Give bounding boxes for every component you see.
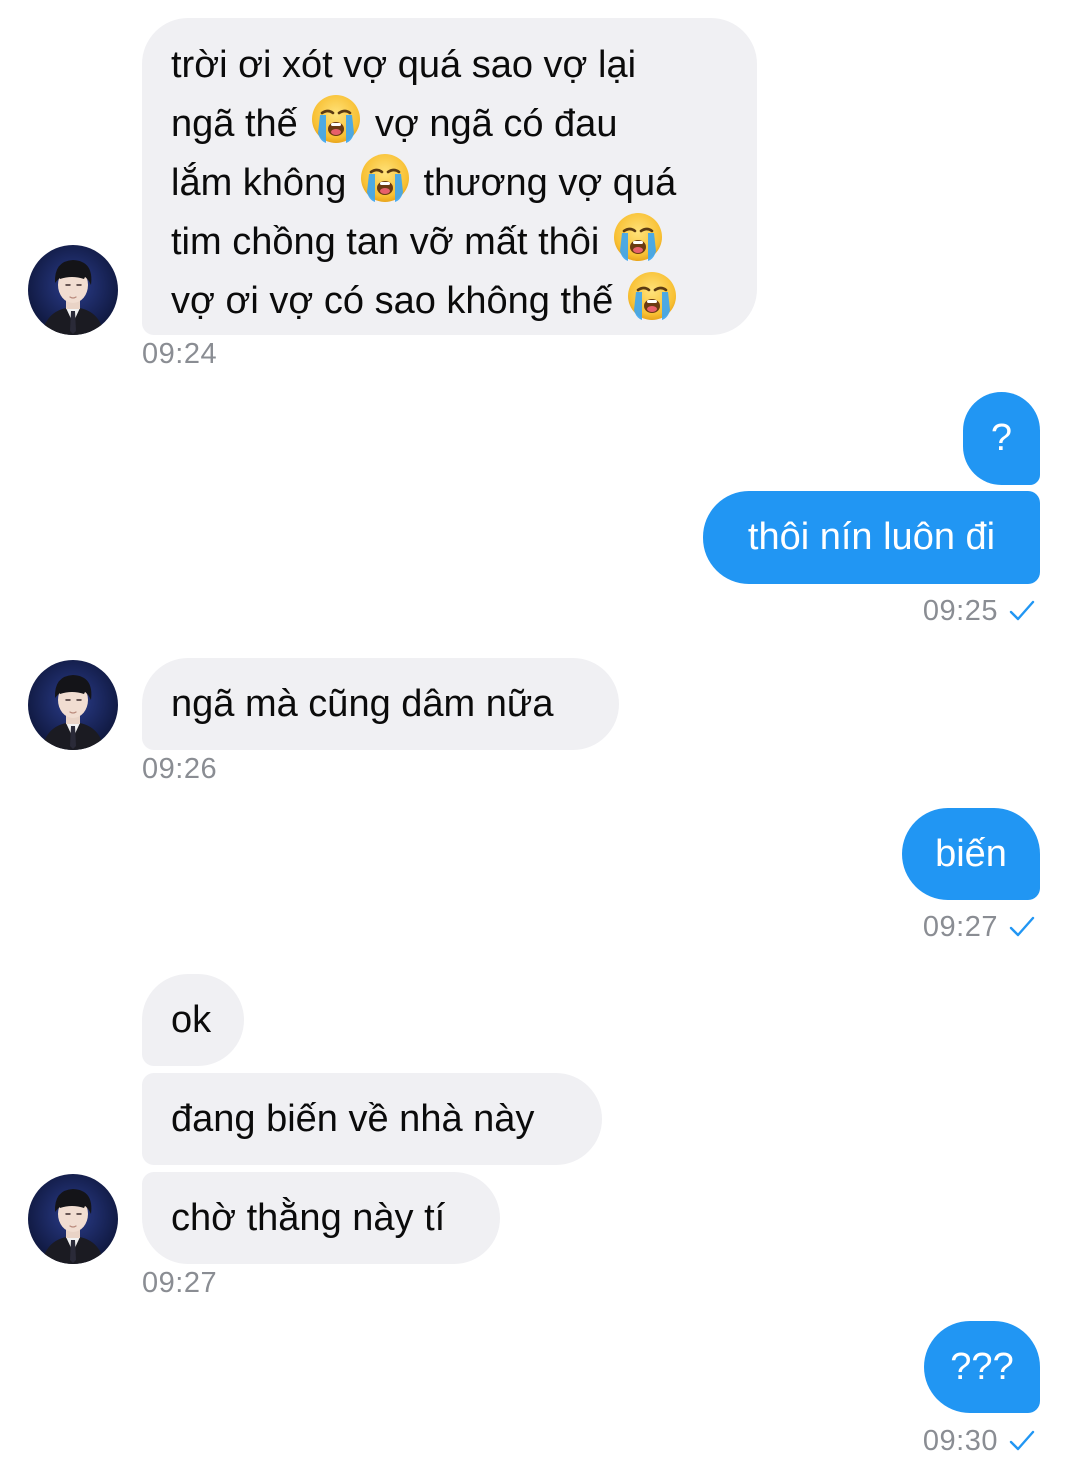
message-line: tim chồng tan vỡ mất thôi [171,211,731,270]
incoming-message[interactable]: chờ thằng này tí [142,1172,500,1264]
crying-face-icon [310,93,362,145]
incoming-message[interactable]: đang biến về nhà này [142,1073,602,1165]
outgoing-message[interactable]: ??? [924,1321,1040,1413]
incoming-message[interactable]: trời ơi xót vợ quá sao vợ lại ngã thế vợ… [142,18,757,335]
checkmark-icon [1008,913,1036,941]
crying-face-icon [626,270,678,322]
incoming-message[interactable]: ngã mà cũng dâm nữa [142,658,619,750]
outgoing-message[interactable]: thôi nín luôn đi [703,491,1040,584]
crying-face-icon [359,152,411,204]
outgoing-message[interactable]: ? [963,392,1040,485]
message-timestamp: 09:25 [923,595,1036,627]
message-line: trời ơi xót vợ quá sao vợ lại [171,44,637,86]
message-line: lắm không thương vợ quá [171,152,731,211]
message-line: ngã thế vợ ngã có đau [171,93,731,152]
crying-face-icon [612,211,664,263]
checkmark-icon [1008,1427,1036,1455]
message-timestamp: 09:27 [923,911,1036,943]
message-line: vợ ơi vợ có sao không thế [171,270,731,329]
outgoing-message[interactable]: biến [902,808,1040,900]
message-timestamp: 09:30 [923,1425,1036,1457]
message-timestamp: 09:27 [142,1267,218,1299]
message-timestamp: 09:26 [142,753,218,785]
checkmark-icon [1008,597,1036,625]
incoming-message[interactable]: ok [142,974,244,1066]
contact-avatar[interactable] [28,245,118,335]
contact-avatar[interactable] [28,660,118,750]
chat-thread: trời ơi xót vợ quá sao vợ lại ngã thế vợ… [0,0,1080,1465]
message-timestamp: 09:24 [142,338,218,370]
contact-avatar[interactable] [28,1174,118,1264]
